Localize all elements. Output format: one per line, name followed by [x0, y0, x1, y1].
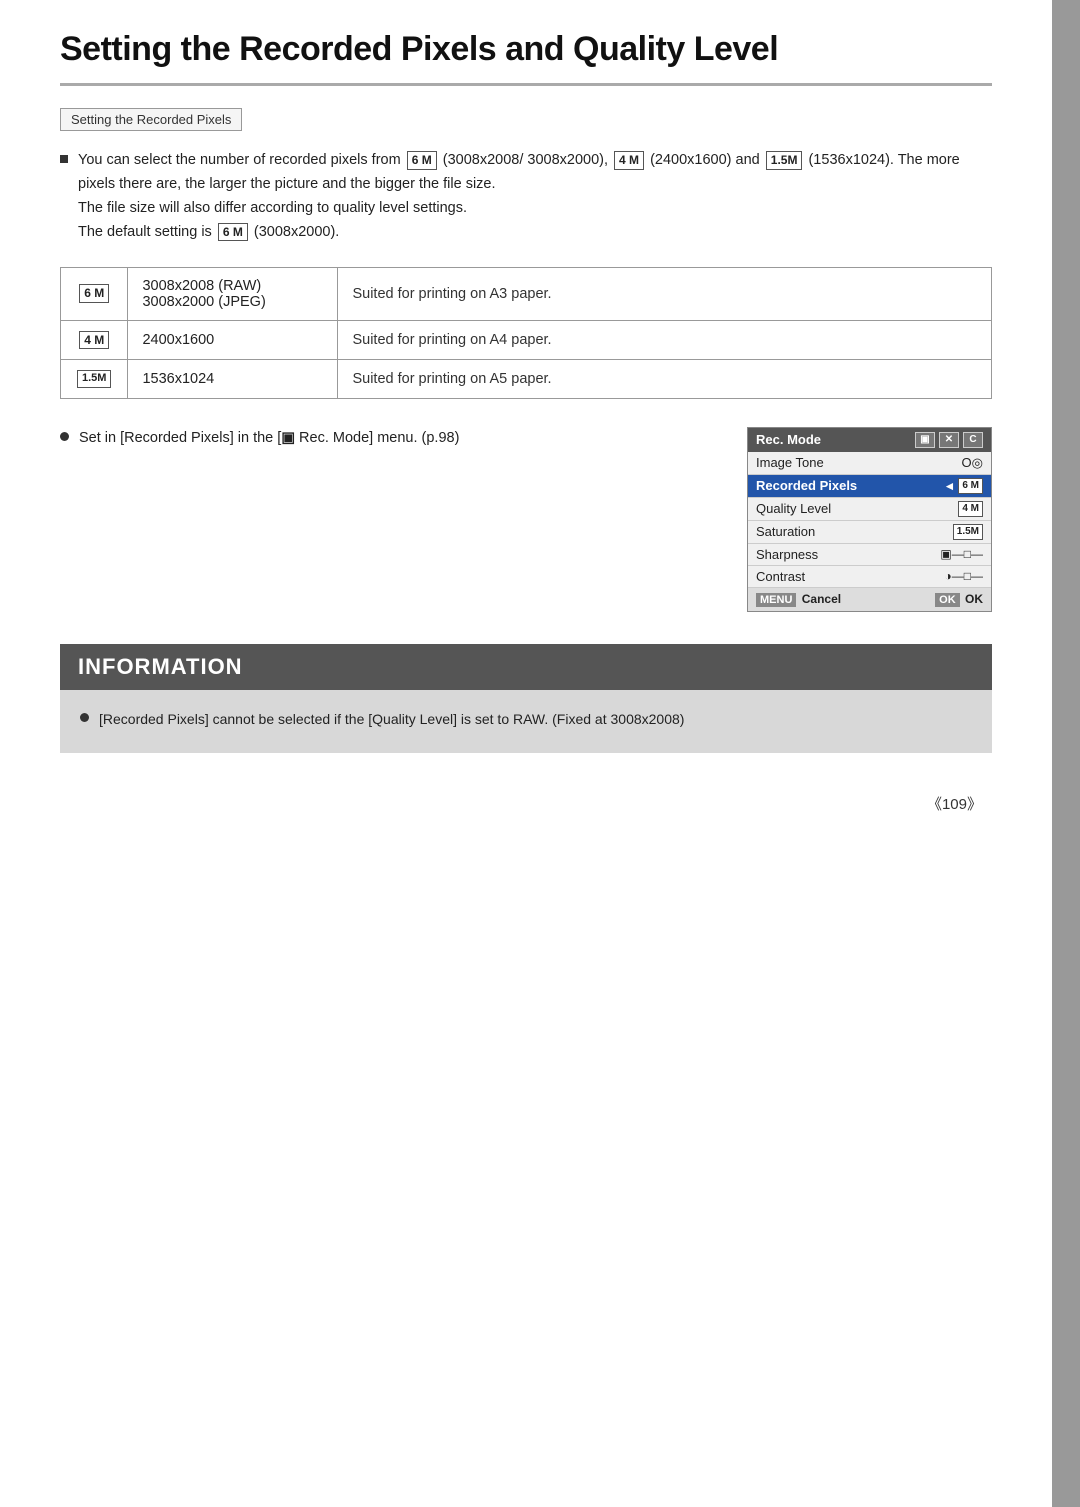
table-row: 6 M 3008x2008 (RAW)3008x2000 (JPEG) Suit…	[61, 267, 992, 320]
intro-line3-end: (3008x2000).	[250, 224, 339, 240]
menu-footer-cancel: MENU Cancel	[756, 592, 841, 607]
table-cell-dim-4m: 2400x1600	[128, 320, 338, 360]
table-cell-badge-15m: 1.5M	[61, 360, 128, 398]
information-box: INFORMATION [Recorded Pixels] cannot be …	[60, 644, 992, 753]
menu-value-recorded-pixels: ◄ 6 M	[943, 478, 983, 494]
badge-6m: 6 M	[407, 151, 437, 170]
sharpness-symbol: ▣—□—	[940, 547, 983, 561]
instruction-section: Set in [Recorded Pixels] in the [▣ Rec. …	[60, 427, 992, 612]
instruction-left: Set in [Recorded Pixels] in the [▣ Rec. …	[60, 427, 717, 455]
quality-level-badge: 4 M	[958, 501, 983, 517]
intro-text: You can select the number of recorded pi…	[78, 149, 992, 245]
menu-panel: Rec. Mode ▣ ✕ C Image Tone O◎ Recorded P…	[747, 427, 992, 612]
section-tab: Setting the Recorded Pixels	[60, 108, 242, 131]
menu-header-icons: ▣ ✕ C	[915, 432, 983, 448]
menu-ok-label: OK	[965, 592, 983, 606]
pixel-table: 6 M 3008x2008 (RAW)3008x2000 (JPEG) Suit…	[60, 267, 992, 399]
bullet-square-icon	[60, 155, 68, 163]
contrast-symbol: ◑—□—	[945, 569, 984, 583]
table-row: 4 M 2400x1600 Suited for printing on A4 …	[61, 320, 992, 360]
saturation-badge: 1.5M	[953, 524, 983, 540]
camera-icon: ▣	[281, 430, 295, 446]
intro-section: You can select the number of recorded pi…	[60, 149, 992, 245]
menu-label-indicator: MENU	[756, 593, 796, 607]
menu-row-sharpness: Sharpness ▣—□—	[748, 544, 991, 566]
menu-header-label: Rec. Mode	[756, 432, 821, 447]
ok-label-indicator: OK	[935, 593, 960, 607]
menu-icon-camera: ▣	[915, 432, 935, 448]
menu-row-contrast: Contrast ◑—□—	[748, 566, 991, 588]
intro-text-mid2: (2400x1600) and	[646, 152, 764, 168]
menu-label-recorded-pixels: Recorded Pixels	[756, 478, 857, 493]
table-cell-desc-4m: Suited for printing on A4 paper.	[338, 320, 992, 360]
information-header: INFORMATION	[60, 644, 992, 690]
menu-value-contrast: ◑—□—	[945, 569, 984, 583]
menu-row-recorded-pixels: Recorded Pixels ◄ 6 M	[748, 475, 991, 498]
badge-4m: 4 M	[614, 151, 644, 170]
menu-value-sharpness: ▣—□—	[940, 547, 983, 561]
menu-value-quality-level: 4 M	[958, 501, 983, 517]
page-number: 《109》	[60, 793, 992, 814]
badge-4m-table: 4 M	[79, 331, 109, 350]
menu-header: Rec. Mode ▣ ✕ C	[748, 428, 991, 452]
table-cell-badge-6m: 6 M	[61, 267, 128, 320]
menu-label-sharpness: Sharpness	[756, 547, 818, 562]
intro-text-before: You can select the number of recorded pi…	[78, 152, 405, 168]
badge-15m-table: 1.5M	[77, 370, 111, 387]
menu-icon-x: ✕	[939, 432, 959, 448]
menu-footer-ok: OK OK	[935, 592, 983, 607]
menu-label-image-tone: Image Tone	[756, 455, 824, 470]
menu-row-quality-level: Quality Level 4 M	[748, 498, 991, 521]
information-text: [Recorded Pixels] cannot be selected if …	[99, 708, 972, 731]
badge-default: 6 M	[218, 223, 248, 242]
rec-pixels-badge: 6 M	[958, 478, 983, 494]
table-cell-dim-6m: 3008x2008 (RAW)3008x2000 (JPEG)	[128, 267, 338, 320]
image-tone-symbol: O◎	[962, 455, 983, 471]
table-row: 1.5M 1536x1024 Suited for printing on A5…	[61, 360, 992, 398]
table-cell-desc-15m: Suited for printing on A5 paper.	[338, 360, 992, 398]
table-cell-desc-6m: Suited for printing on A3 paper.	[338, 267, 992, 320]
info-bullet-circle-icon	[80, 713, 89, 722]
menu-label-saturation: Saturation	[756, 524, 815, 539]
badge-15m: 1.5M	[766, 151, 803, 170]
side-bar	[1052, 0, 1080, 1507]
menu-label-quality-level: Quality Level	[756, 501, 831, 516]
information-body: [Recorded Pixels] cannot be selected if …	[60, 690, 992, 753]
menu-cancel-label: Cancel	[802, 592, 841, 606]
menu-row-saturation: Saturation 1.5M	[748, 521, 991, 544]
bullet-circle-icon	[60, 432, 69, 441]
menu-value-image-tone: O◎	[962, 455, 983, 471]
table-cell-badge-4m: 4 M	[61, 320, 128, 360]
table-cell-dim-15m: 1536x1024	[128, 360, 338, 398]
set-instruction-text: Set in [Recorded Pixels] in the [▣ Rec. …	[79, 427, 717, 451]
intro-text-mid1: (3008x2008/ 3008x2000),	[439, 152, 612, 168]
menu-value-saturation: 1.5M	[953, 524, 983, 540]
menu-label-contrast: Contrast	[756, 569, 805, 584]
intro-line3-before: The default setting is	[78, 224, 216, 240]
menu-row-image-tone: Image Tone O◎	[748, 452, 991, 475]
badge-6m-table: 6 M	[79, 284, 109, 303]
page-title: Setting the Recorded Pixels and Quality …	[60, 30, 992, 86]
intro-line2: The file size will also differ according…	[78, 200, 467, 216]
menu-icon-c: C	[963, 432, 983, 448]
menu-footer: MENU Cancel OK OK	[748, 588, 991, 611]
